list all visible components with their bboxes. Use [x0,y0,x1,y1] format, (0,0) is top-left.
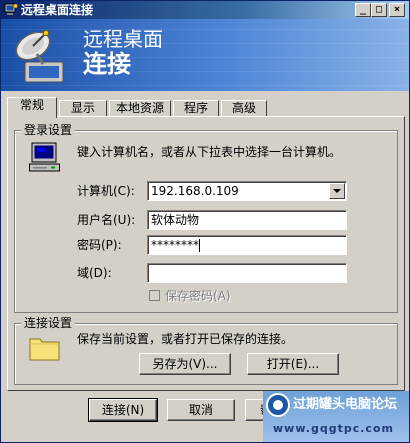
tab-strip: 常规 显示 本地资源 程序 高级 [7,97,407,118]
password-field[interactable]: ******** [147,235,347,255]
tab-local-resources[interactable]: 本地资源 [109,100,171,117]
banner-title-line2: 连接 [83,49,131,78]
remote-desktop-window: 远程桌面连接 _ □ × 远程桌面 连接 常规 显示 本地资源 程序 高级 登录… [0,0,410,443]
password-label: 密码(P): [77,238,122,252]
computer-value: 192.168.0.109 [151,184,239,198]
password-value: ******** [151,238,199,252]
username-label: 用户名(U): [77,213,136,227]
domain-field[interactable] [147,263,347,283]
open-button[interactable]: 打开(E)... [247,353,339,375]
general-tab-panel: 登录设置 键入计算机名，或者从下拉表中选择一台计算机。 计算机(C): 192.… [7,116,405,391]
tab-programs[interactable]: 程序 [173,100,219,117]
connection-settings-title: 连接设置 [21,316,76,330]
forum-watermark: 过期罐头电脑论坛 www.gqgtpc.com [263,391,409,442]
tab-advanced[interactable]: 高级 [221,100,267,117]
computer-combobox[interactable]: 192.168.0.109 [147,181,347,201]
maximize-button[interactable]: □ [371,3,387,17]
folder-icon [29,338,60,361]
header-banner: 远程桌面 连接 [1,19,409,91]
connect-button[interactable]: 连接(N) [88,398,158,422]
satellite-dish-icon [15,30,64,83]
banner-title-line1: 远程桌面 [83,27,163,51]
watermark-name: 过期罐头电脑论坛 [293,397,398,412]
tab-display[interactable]: 显示 [59,100,107,117]
remote-desktop-icon [4,3,18,15]
watermark-url: www.gqgtpc.com [273,422,394,435]
login-settings-group: 登录设置 键入计算机名，或者从下拉表中选择一台计算机。 计算机(C): 192.… [14,123,398,313]
minimize-button[interactable]: _ [355,3,371,17]
tab-general[interactable]: 常规 [7,97,57,118]
close-button[interactable]: × [389,3,405,17]
domain-label: 域(D): [77,266,112,280]
cancel-button[interactable]: 取消 [167,399,235,421]
forum-logo-icon [266,393,290,417]
login-description: 键入计算机名，或者从下拉表中选择一台计算机。 [77,145,342,159]
title-bar[interactable]: 远程桌面连接 _ □ × [1,1,409,19]
save-password-checkbox[interactable] [149,290,160,301]
username-field[interactable]: 软体动物 [147,210,347,230]
connection-settings-group: 连接设置 保存当前设置，或者打开已保存的连接。 另存为(V)... 打开(E).… [14,316,398,385]
save-password-label: 保存密码(A) [165,289,231,303]
window-title: 远程桌面连接 [21,3,94,17]
save-as-button[interactable]: 另存为(V)... [139,353,231,375]
connection-description: 保存当前设置，或者打开已保存的连接。 [77,332,294,346]
login-settings-title: 登录设置 [21,123,76,137]
chevron-down-icon[interactable] [329,183,345,199]
computer-label: 计算机(C): [77,184,135,198]
computer-icon [29,142,60,172]
text-caret [199,239,200,252]
